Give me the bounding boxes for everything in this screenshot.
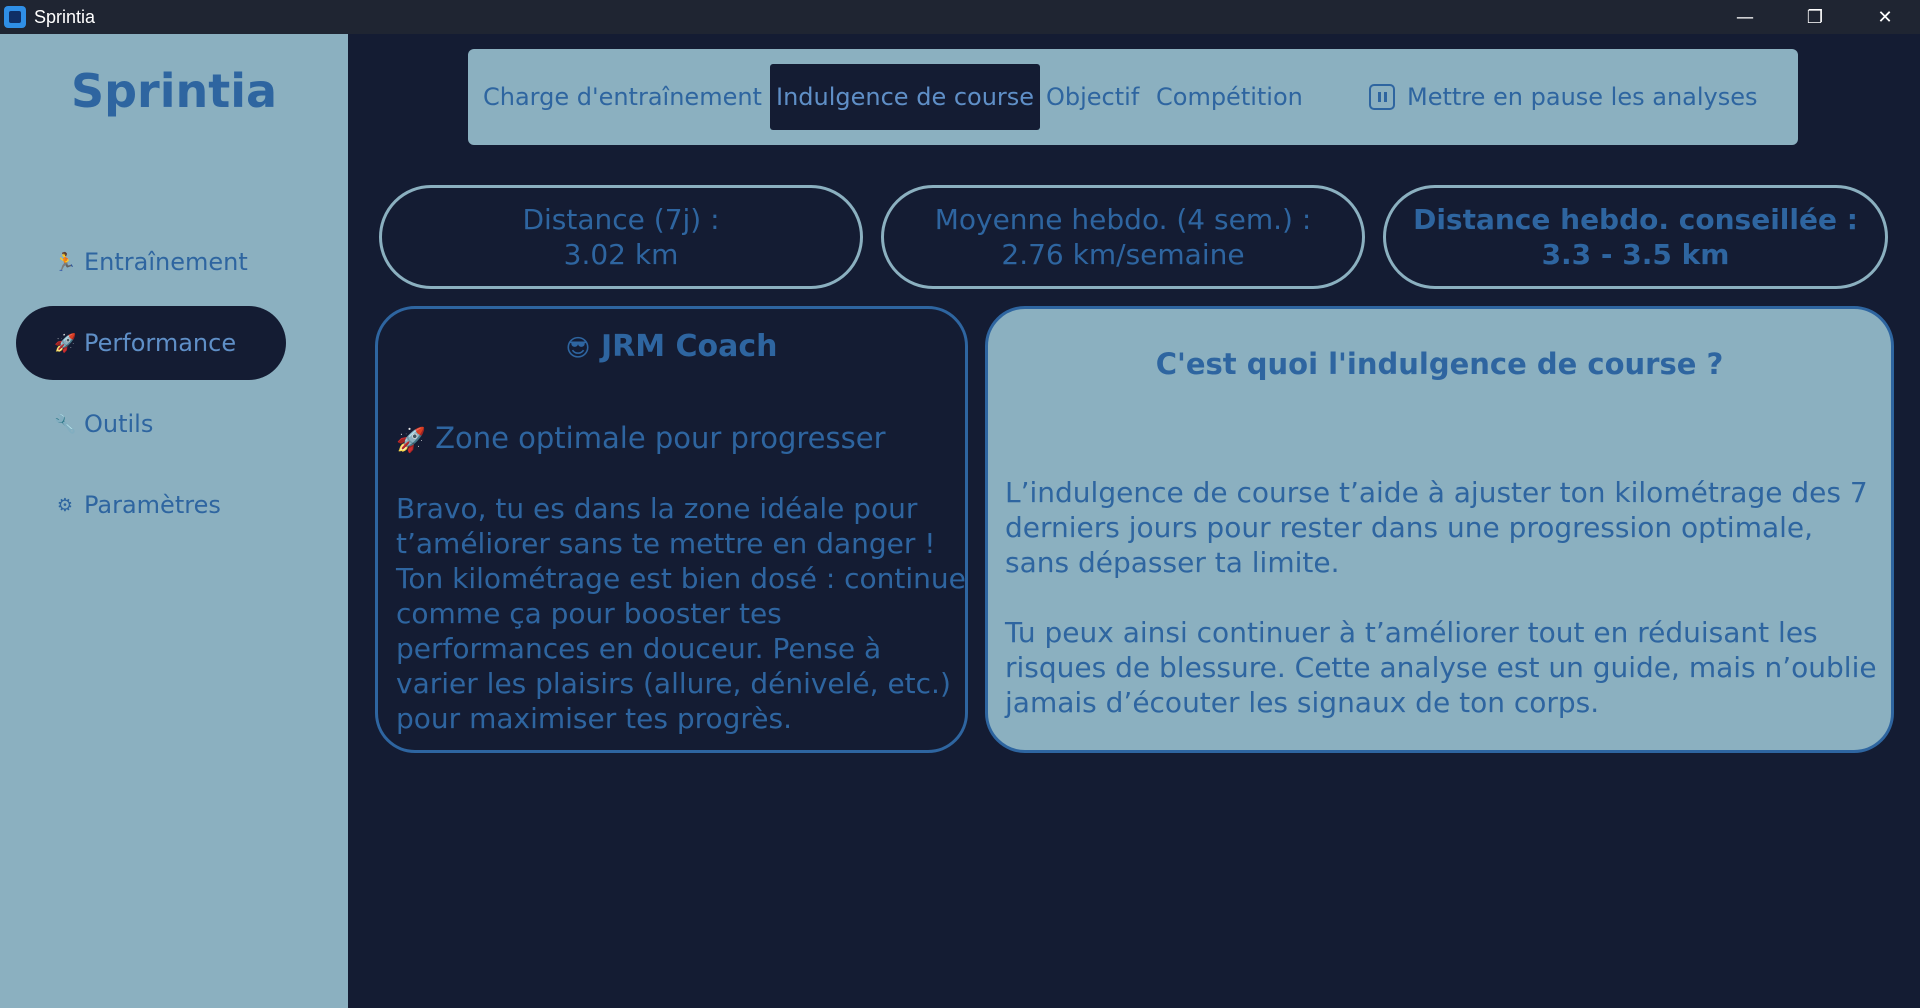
- sidebar-item-label: Performance: [84, 329, 237, 357]
- info-title: C'est quoi l'indulgence de course ?: [1155, 347, 1724, 381]
- tab-indulgence-de-course[interactable]: Indulgence de course: [770, 64, 1041, 130]
- coach-zone: 🚀 Zone optimale pour progresser: [396, 421, 886, 455]
- coach-message: Bravo, tu es dans la zone idéale pour t’…: [396, 492, 966, 735]
- title-bar: Sprintia — ❐ ✕: [0, 0, 1920, 34]
- restore-button[interactable]: ❐: [1780, 0, 1850, 34]
- window-title: Sprintia: [34, 6, 96, 27]
- stat-label: Distance (7j) :: [522, 203, 720, 236]
- pause-icon: [1369, 84, 1395, 110]
- stat-value: 3.3 - 3.5 km: [1541, 238, 1730, 271]
- tab-charge-entrainement[interactable]: Charge d'entraînement: [483, 64, 762, 130]
- stat-distance-conseillee: Distance hebdo. conseillée : 3.3 - 3.5 k…: [1383, 185, 1888, 289]
- gear-icon: ⚙: [56, 494, 74, 516]
- info-paragraph-2: Tu peux ainsi continuer à t’améliorer to…: [1005, 616, 1877, 719]
- sidebar-item-label: Paramètres: [84, 491, 221, 519]
- stat-value: 2.76 km/semaine: [1001, 238, 1245, 271]
- stat-value: 3.02 km: [563, 238, 679, 271]
- stat-label: Moyenne hebdo. (4 sem.) :: [934, 203, 1312, 236]
- rocket-icon: 🚀: [54, 332, 77, 354]
- sidebar: Sprintia 🏃 Entraînement 🚀 Performance 🔧 …: [0, 34, 348, 1008]
- tab-objectif[interactable]: Objectif: [1046, 64, 1139, 130]
- minimize-button[interactable]: —: [1710, 0, 1780, 34]
- sidebar-item-label: Entraînement: [84, 248, 248, 276]
- wrench-icon: 🔧: [54, 413, 77, 435]
- close-button[interactable]: ✕: [1850, 0, 1920, 34]
- coach-panel: 😎 JRM Coach 🚀 Zone optimale pour progres…: [375, 306, 968, 753]
- rocket-icon: 🚀: [396, 426, 426, 454]
- sidebar-item-entrainement[interactable]: 🏃 Entraînement: [16, 225, 286, 299]
- window-controls: — ❐ ✕: [1710, 0, 1920, 34]
- tab-competition[interactable]: Compétition: [1156, 64, 1303, 130]
- runner-icon: 🏃: [54, 251, 77, 273]
- app-icon: [4, 6, 26, 28]
- sidebar-item-performance[interactable]: 🚀 Performance: [16, 306, 286, 380]
- info-panel: C'est quoi l'indulgence de course ? L’in…: [985, 306, 1894, 753]
- coach-title: 😎 JRM Coach: [378, 329, 965, 364]
- pause-analyses-label: Mettre en pause les analyses: [1407, 83, 1758, 111]
- coach-zone-label: Zone optimale pour progresser: [435, 421, 886, 455]
- brand-logo: Sprintia: [70, 64, 278, 118]
- sidebar-item-label: Outils: [84, 410, 154, 438]
- sidebar-item-parametres[interactable]: ⚙ Paramètres: [16, 468, 286, 542]
- coach-title-label: JRM Coach: [600, 329, 778, 364]
- stat-distance-7j: Distance (7j) : 3.02 km: [379, 185, 863, 289]
- info-paragraph-1: L’indulgence de course t’aide à ajuster …: [1005, 476, 1868, 579]
- stat-moyenne-hebdo: Moyenne hebdo. (4 sem.) : 2.76 km/semain…: [881, 185, 1365, 289]
- pause-analyses-button[interactable]: Mettre en pause les analyses: [1369, 64, 1758, 130]
- sidebar-item-outils[interactable]: 🔧 Outils: [16, 387, 286, 461]
- stat-label: Distance hebdo. conseillée :: [1413, 203, 1858, 236]
- analysis-tab-bar: Charge d'entraînement Indulgence de cour…: [468, 49, 1798, 145]
- sunglasses-icon: 😎: [565, 334, 591, 362]
